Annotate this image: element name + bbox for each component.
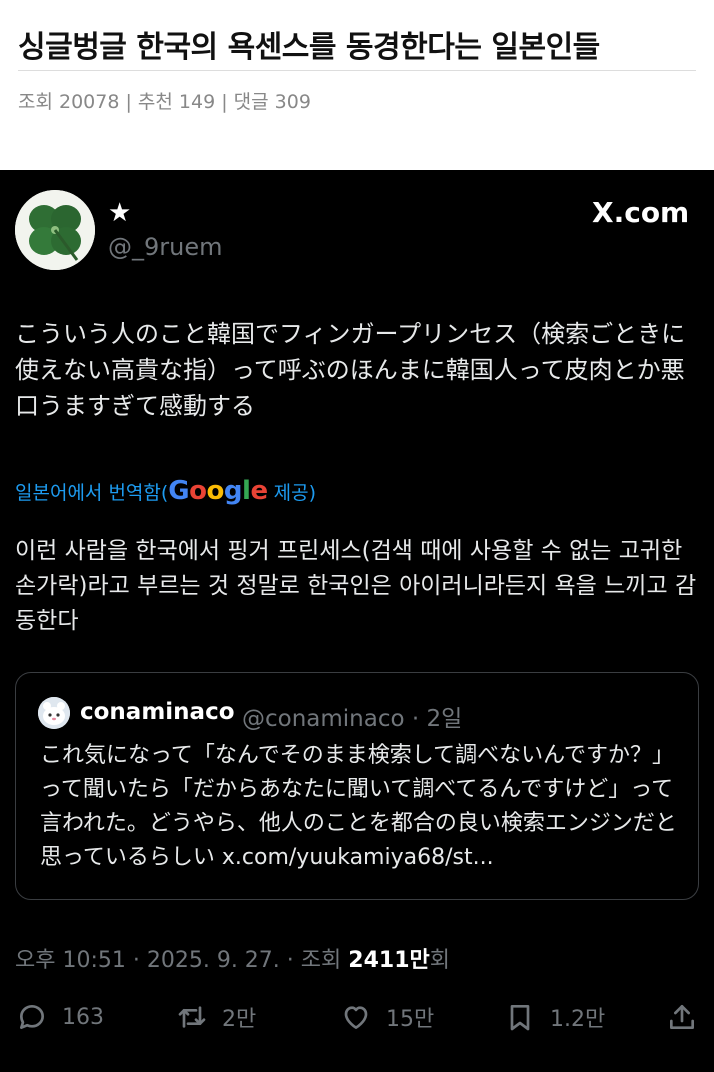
bookmark-icon [510,1005,530,1031]
divider [18,70,696,71]
user-handle[interactable]: @_9ruem [108,233,223,261]
quote-tweet[interactable]: conaminaco @conaminaco · 2일 これ気になって「なんでそ… [15,672,699,900]
timestamp: 오후 10:51 · 2025. 9. 27. · 조회 2411만회 [15,942,450,974]
quote-text: これ気になって「なんでそのまま検索して調べないんですか？」って聞いたら「だからあ… [40,743,677,870]
heart-icon [344,1006,368,1029]
google-letter: o [206,476,225,506]
share-icon [670,1005,694,1029]
reply-count: 163 [62,1004,104,1030]
avatar[interactable] [15,190,95,270]
quote-handle[interactable]: @conaminaco · 2일 [242,699,462,733]
bookmark-button[interactable]: 1.2만 [504,992,605,1042]
character-avatar-icon [38,697,70,729]
quote-avatar[interactable] [38,697,70,729]
retweet-icon [178,1006,206,1028]
post-meta: 조회 20078 | 추천 149 | 댓글 309 [18,91,311,113]
like-button[interactable]: 15만 [340,992,434,1042]
action-bar: 163 2만 15만 1.2만 [0,992,714,1042]
tweet-text: こういう人のこと韓国でフィンガープリンセス（検索ごときに使えない高貴な指）って呼… [15,320,686,420]
tweet-screenshot: ★ @_9ruem X.com こういう人のこと韓国でフィンガープリンセス（検索… [0,170,714,1072]
post-title: 싱글벙글 한국의 욕센스를 동경한다는 일본인들 [18,30,600,65]
speech-bubble-icon [20,1005,44,1029]
google-letter: e [250,476,268,506]
reply-button[interactable]: 163 [16,992,104,1042]
timestamp-date: 오후 10:51 · 2025. 9. 27. · 조회 [15,948,349,973]
like-count: 15만 [386,1007,435,1032]
google-letter: o [189,476,207,506]
translation-label-suffix: 제공) [267,482,316,504]
view-count-suffix: 회 [429,948,450,973]
quote-display-name[interactable]: conaminaco [80,699,235,725]
bookmark-count: 1.2만 [550,1007,606,1032]
post-header: 싱글벙글 한국의 욕센스를 동경한다는 일본인들 조회 20078 | 추천 1… [0,0,714,170]
google-letter: g [223,476,243,506]
view-count: 2411만 [348,948,430,973]
retweet-button[interactable]: 2만 [176,992,256,1042]
share-button[interactable] [666,992,712,1042]
google-letter: G [168,476,190,506]
retweet-count: 2만 [222,1007,257,1032]
clover-avatar-icon [15,190,95,270]
display-name[interactable]: ★ [108,198,131,228]
translated-text: 이런 사람을 한국에서 핑거 프린세스(검색 때에 사용할 수 없는 고귀한 손… [15,538,697,634]
x-logo: X.com [592,196,690,229]
google-logo: Google [168,476,268,506]
translation-label[interactable]: 일본어에서 번역함(Google 제공) [15,476,316,506]
translation-label-prefix: 일본어에서 번역함( [15,482,169,504]
